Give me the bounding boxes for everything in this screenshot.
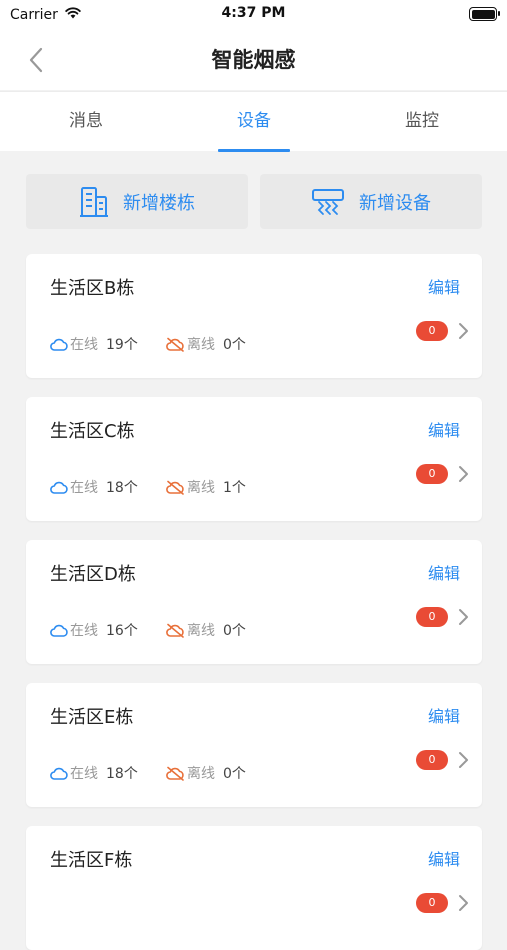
alarm-count-badge: 0 [416,893,448,913]
online-label: 在线 [70,480,98,496]
offline-label: 离线 [187,480,215,496]
offline-count: 0个 [223,766,246,782]
chevron-right-icon[interactable] [454,749,472,771]
chevron-right-icon[interactable] [454,463,472,485]
building-card[interactable]: 生活区D栋 编辑 在线 16个 离线 0个 0 [26,540,482,664]
chevron-right-icon[interactable] [454,606,472,628]
active-tab-indicator [218,149,290,152]
offline-stat: 离线 0个 [166,334,246,354]
alarm-count-badge: 0 [416,464,448,484]
tab-label: 设备 [237,111,271,131]
online-stat: 在线 19个 [50,334,138,354]
nav-bar: 智能烟感 [0,28,507,90]
building-name: 生活区F栋 [50,850,133,871]
offline-count: 0个 [223,623,246,639]
online-count: 16个 [106,623,138,639]
add-device-label: 新增设备 [359,192,431,214]
alarm-count-badge: 0 [416,321,448,341]
offline-label: 离线 [187,337,215,353]
building-name: 生活区E栋 [50,707,134,728]
offline-label: 离线 [187,623,215,639]
building-name: 生活区D栋 [50,564,136,585]
building-card[interactable]: 生活区B栋 编辑 在线 19个 离线 0个 0 [26,254,482,378]
building-card[interactable]: 生活区C栋 编辑 在线 18个 离线 1个 0 [26,397,482,521]
cloud-online-icon [50,767,68,780]
cloud-online-icon [50,338,68,351]
building-icon [80,186,108,217]
cloud-offline-icon [166,766,184,781]
edit-button[interactable]: 编辑 [428,417,460,441]
page-title: 智能烟感 [211,48,296,72]
online-label: 在线 [70,623,98,639]
cloud-online-icon [50,481,68,494]
tab-label: 监控 [405,111,439,131]
offline-stat: 离线 1个 [166,477,246,497]
edit-button[interactable]: 编辑 [428,703,460,727]
add-device-button[interactable]: 新增设备 [260,174,482,229]
offline-count: 0个 [223,337,246,353]
tab-label: 消息 [69,111,103,131]
alarm-count-badge: 0 [416,750,448,770]
online-stat: 在线 18个 [50,763,138,783]
online-count: 18个 [106,766,138,782]
add-building-label: 新增楼栋 [123,192,195,214]
battery-icon [469,7,500,21]
online-label: 在线 [70,766,98,782]
chevron-right-icon[interactable] [454,320,472,342]
tab-bar: 消息 设备 监控 [0,91,507,152]
edit-button[interactable]: 编辑 [428,846,460,870]
alarm-count-badge: 0 [416,607,448,627]
online-label: 在线 [70,337,98,353]
chevron-right-icon[interactable] [454,892,472,914]
offline-label: 离线 [187,766,215,782]
cloud-offline-icon [166,337,184,352]
online-count: 19个 [106,337,138,353]
online-count: 18个 [106,480,138,496]
cloud-online-icon [50,624,68,637]
cloud-offline-icon [166,480,184,495]
tab-monitor[interactable]: 监控 [362,92,482,152]
building-card[interactable]: 生活区F栋 编辑 0 [26,826,482,950]
tab-messages[interactable]: 消息 [26,92,146,152]
offline-stat: 离线 0个 [166,763,246,783]
smoke-detector-icon [312,188,344,215]
offline-stat: 离线 0个 [166,620,246,640]
status-time: 4:37 PM [221,5,286,21]
offline-count: 1个 [223,480,246,496]
building-name: 生活区C栋 [50,421,135,442]
tab-devices[interactable]: 设备 [194,92,314,152]
building-name: 生活区B栋 [50,278,135,299]
status-bar: Carrier 4:37 PM [0,0,507,28]
online-stat: 在线 16个 [50,620,138,640]
cloud-offline-icon [166,623,184,638]
online-stat: 在线 18个 [50,477,138,497]
add-building-button[interactable]: 新增楼栋 [26,174,248,229]
building-card[interactable]: 生活区E栋 编辑 在线 18个 离线 0个 0 [26,683,482,807]
edit-button[interactable]: 编辑 [428,560,460,584]
edit-button[interactable]: 编辑 [428,274,460,298]
